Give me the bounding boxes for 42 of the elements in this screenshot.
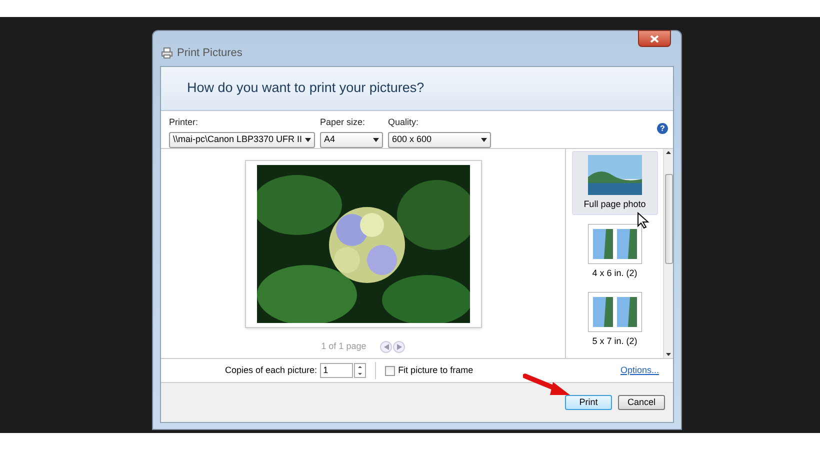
copies-field[interactable]: 1 xyxy=(320,363,354,378)
layout-option[interactable]: Full page photo xyxy=(572,151,658,214)
fit-label: Fit picture to frame xyxy=(398,364,474,377)
left-arrow-icon xyxy=(384,344,389,350)
scroll-down-icon[interactable] xyxy=(666,353,672,356)
scroll-up-icon[interactable] xyxy=(666,151,672,154)
scrollbar[interactable] xyxy=(663,149,673,358)
layout-label: Full page photo xyxy=(584,198,646,211)
printer-dropdown[interactable]: \\mai-pc\Canon LBP3370 UFR II xyxy=(169,132,315,148)
paper-size-dropdown[interactable]: A4 xyxy=(320,132,383,148)
printer-icon xyxy=(161,47,173,60)
previous-page-button[interactable] xyxy=(380,340,392,353)
next-page-button[interactable] xyxy=(393,340,406,353)
mouse-cursor-icon xyxy=(637,212,649,229)
annotation-arrow xyxy=(523,373,571,397)
right-arrow-icon xyxy=(396,344,402,350)
dialog-button[interactable]: Cancel xyxy=(618,395,665,410)
window-title: Print Pictures xyxy=(177,46,242,61)
dialog-button[interactable]: Print xyxy=(565,395,612,410)
layout-label: 5 x 7 in. (2) xyxy=(592,335,638,348)
layout-label: 4 x 6 in. (2) xyxy=(592,266,638,280)
copies-spinner[interactable] xyxy=(354,363,366,378)
copies-label: Copies of each picture: xyxy=(225,364,318,377)
page-indicator: 1 of 1 page xyxy=(321,340,366,353)
help-button[interactable]: ? xyxy=(657,123,668,134)
two-photos-thumbnail xyxy=(588,292,642,332)
close-icon xyxy=(650,34,659,42)
paper-size-label: Paper size: xyxy=(320,116,366,129)
dialog-heading: How do you want to print your pictures? xyxy=(187,79,424,98)
caret-icon xyxy=(373,138,379,142)
quality-label: Quality: xyxy=(388,116,420,129)
quality-dropdown[interactable]: 600 x 600 xyxy=(388,132,491,148)
layout-option[interactable]: 4 x 6 in. (2) xyxy=(572,220,658,283)
landscape-thumbnail xyxy=(588,155,642,195)
close-button[interactable] xyxy=(638,30,671,47)
printer-label: Printer: xyxy=(169,116,200,129)
fit-checkbox[interactable] xyxy=(385,366,396,376)
two-photos-thumbnail xyxy=(588,224,642,264)
layout-option[interactable]: 5 x 7 in. (2) xyxy=(572,288,658,352)
options-link[interactable]: Options... xyxy=(620,364,659,378)
caret-icon xyxy=(481,138,487,142)
caret-icon xyxy=(305,138,311,142)
